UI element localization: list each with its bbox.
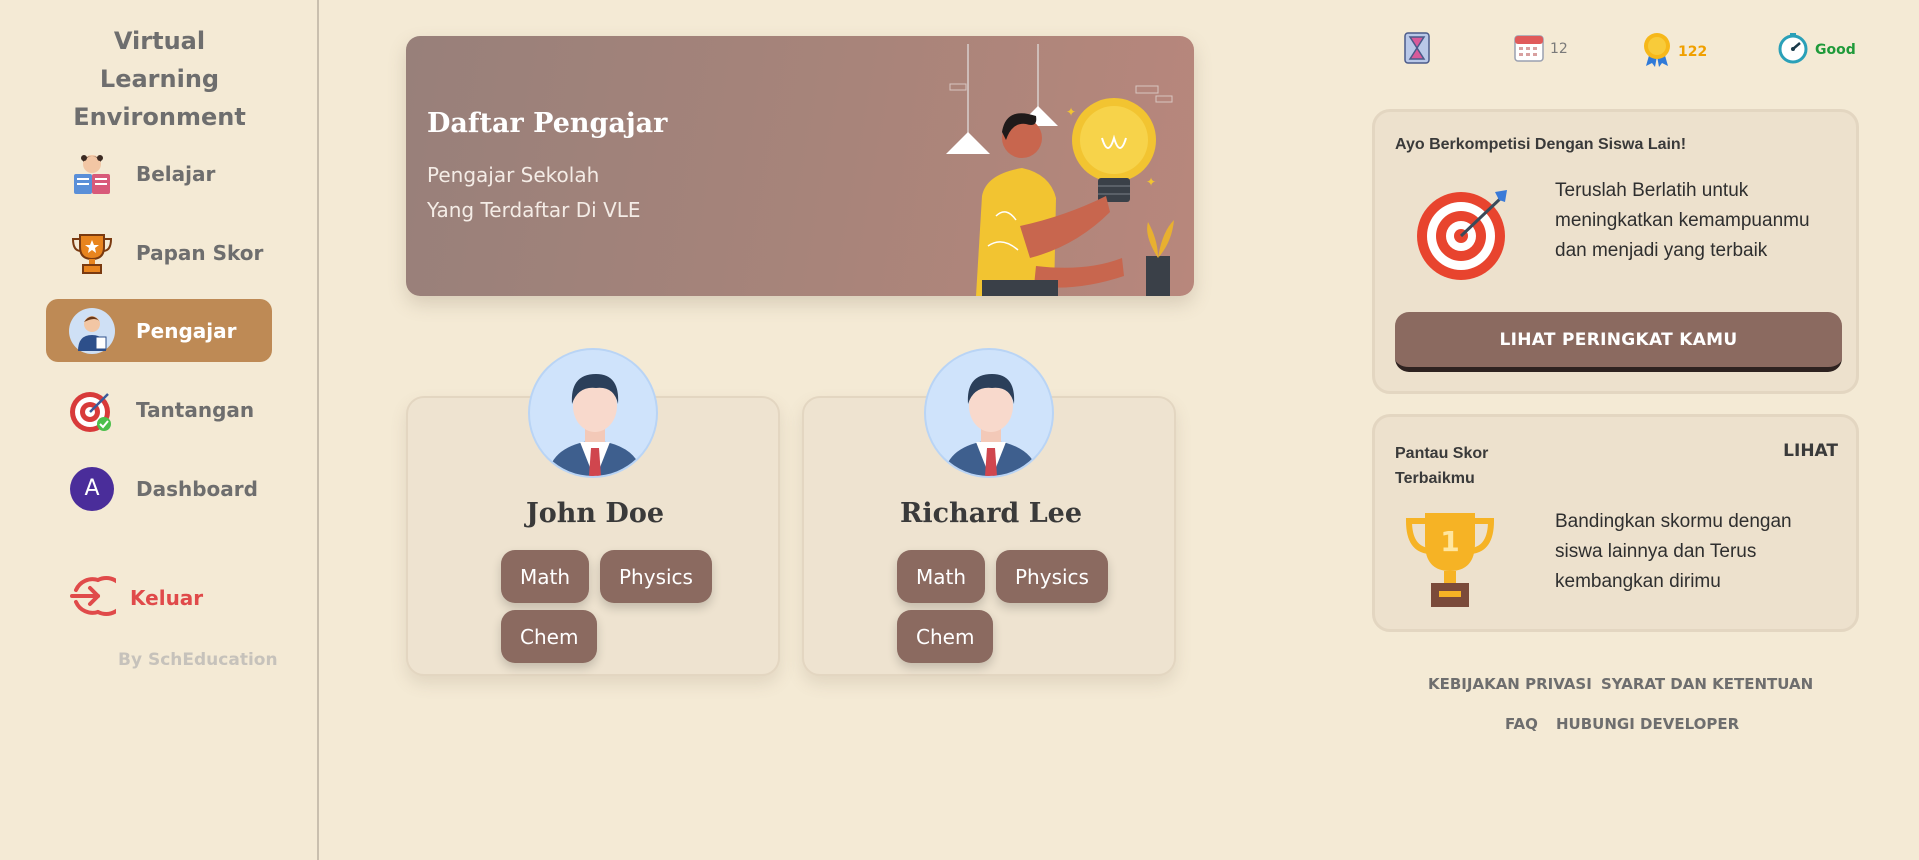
hourglass-icon — [1404, 32, 1430, 68]
gauge-icon — [1777, 32, 1809, 68]
sidebar-item-belajar[interactable]: Belajar — [46, 142, 272, 205]
compete-text: Teruslah Berlatih untuk meningkatkan kem… — [1555, 180, 1810, 261]
sidebar: Virtual Learning Environment Belajar Pap… — [0, 0, 319, 860]
score-panel: Pantau Skor Terbaikmu LIHAT 1 Bandingkan… — [1372, 414, 1859, 632]
privacy-link[interactable]: KEBIJAKAN PRIVASI — [1428, 675, 1592, 693]
avatar-icon: A — [68, 465, 116, 513]
sidebar-item-label: Belajar — [136, 161, 216, 186]
teacher-name: John Doe — [525, 498, 665, 529]
subject-tag: Physics — [996, 550, 1108, 603]
teacher-icon — [68, 307, 116, 355]
hourglass-stat[interactable] — [1404, 32, 1430, 68]
target-icon — [68, 386, 116, 434]
calendar-stat[interactable]: 12 — [1514, 32, 1568, 66]
svg-text:1: 1 — [1440, 525, 1459, 558]
compete-title: Ayo Berkompetisi Dengan Siswa Lain! — [1395, 136, 1687, 153]
subject-tag: Math — [501, 550, 590, 603]
sidebar-item-papan-skor[interactable]: Papan Skor — [46, 221, 272, 284]
subject-tag: Physics — [600, 550, 712, 603]
reading-icon — [68, 150, 116, 198]
contact-developer-link[interactable]: HUBUNGI DEVELOPER — [1556, 715, 1739, 733]
person-icon — [944, 374, 1038, 476]
view-ranking-button[interactable]: LIHAT PERINGKAT KAMU — [1395, 312, 1842, 372]
hero-illustration: ✦ ✦ — [926, 36, 1194, 296]
points-stat[interactable]: 122 — [1642, 32, 1707, 72]
svg-text:✦: ✦ — [1146, 175, 1156, 189]
sidebar-item-pengajar[interactable]: Pengajar — [46, 299, 272, 362]
score-text: Bandingkan skormu dengan siswa lainnya d… — [1555, 511, 1792, 592]
trophy-icon — [68, 229, 116, 277]
calendar-count: 12 — [1550, 41, 1568, 57]
page-title: Daftar Pengajar — [427, 108, 668, 139]
app-brand: Virtual Learning Environment — [73, 27, 246, 131]
subject-tag: Chem — [501, 610, 598, 663]
medal-icon — [1642, 32, 1672, 72]
sidebar-item-tantangan[interactable]: Tantangan — [46, 378, 272, 441]
hero-banner: Daftar Pengajar Pengajar Sekolah Yang Te… — [406, 36, 1194, 296]
teacher-avatar — [528, 348, 658, 478]
subject-tag: Math — [897, 550, 986, 603]
sidebar-item-dashboard[interactable]: A Dashboard — [46, 457, 272, 520]
logout-label: Keluar — [130, 586, 204, 610]
terms-link[interactable]: SYARAT DAN KETENTUAN — [1601, 675, 1813, 693]
sidebar-item-label: Pengajar — [136, 318, 237, 343]
see-score-link[interactable]: LIHAT — [1783, 441, 1838, 461]
teacher-avatar — [924, 348, 1054, 478]
subtitle-line-2: Yang Terdaftar Di VLE — [427, 198, 641, 222]
target-icon — [1417, 186, 1513, 286]
compete-panel: Ayo Berkompetisi Dengan Siswa Lain! Teru… — [1372, 109, 1859, 394]
byline: By SchEducation — [118, 650, 278, 670]
trophy-icon: 1 — [1403, 509, 1497, 613]
svg-text:✦: ✦ — [1066, 105, 1076, 119]
status-label: Good — [1815, 42, 1856, 58]
calendar-icon — [1514, 32, 1544, 66]
sidebar-item-label: Papan Skor — [136, 240, 264, 265]
logout-icon — [68, 572, 127, 624]
faq-link[interactable]: FAQ — [1505, 715, 1538, 733]
teacher-name: Richard Lee — [899, 498, 1083, 529]
subtitle-line-1: Pengajar Sekolah — [427, 163, 600, 187]
score-title: Pantau Skor Terbaikmu — [1395, 445, 1489, 487]
page-subtitle: Pengajar Sekolah Yang Terdaftar Di VLE — [427, 158, 727, 228]
subject-tag: Chem — [897, 610, 994, 663]
sidebar-item-label: Tantangan — [136, 397, 255, 422]
avatar: A — [70, 466, 114, 511]
points-count: 122 — [1678, 44, 1708, 60]
person-icon — [548, 374, 642, 476]
logout-button[interactable]: Keluar — [68, 572, 203, 624]
status-stat[interactable]: Good — [1777, 32, 1856, 68]
sidebar-item-label: Dashboard — [136, 476, 258, 501]
